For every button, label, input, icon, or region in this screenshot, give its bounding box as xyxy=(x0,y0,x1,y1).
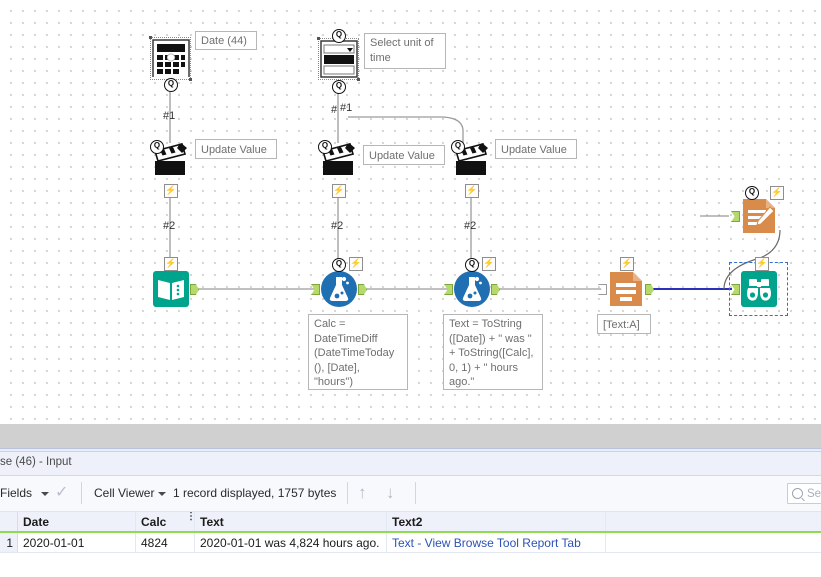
calculator-icon xyxy=(152,39,190,77)
workflow-canvas[interactable]: Q Date (44) #1 Q Q Select unit of time #… xyxy=(0,0,821,424)
book-icon xyxy=(153,271,189,307)
arrow-down-icon[interactable]: ↓ xyxy=(386,484,395,502)
cell-date[interactable]: 2020-01-01 xyxy=(18,533,136,553)
check-icon[interactable]: ✓ xyxy=(55,485,68,501)
toolbar-separator-3 xyxy=(415,482,416,504)
document-pencil-icon xyxy=(743,199,775,233)
action-tool-3-lightning-badge: ⚡ xyxy=(465,184,479,198)
chevron-down-icon-2[interactable] xyxy=(158,492,166,496)
action-tool-1-lightning-badge: ⚡ xyxy=(164,184,178,198)
select-tool[interactable] xyxy=(607,270,645,308)
results-tab-label[interactable]: se (46) - Input xyxy=(0,456,72,468)
search-placeholder: Se xyxy=(807,487,821,500)
column-menu-icon[interactable]: ⋮ xyxy=(186,512,194,522)
annot-unit: Select unit of time xyxy=(364,33,446,69)
toolbar-separator-1 xyxy=(81,482,82,504)
chevron-down-icon[interactable] xyxy=(41,492,49,496)
report-text-tool[interactable] xyxy=(740,197,778,235)
annot-action2: Update Value xyxy=(363,145,445,165)
results-panel: se (46) - Input Fields ✓ Cell Viewer 1 r… xyxy=(0,424,821,577)
action-tool-2-question-badge: Q xyxy=(318,140,332,154)
results-tabstrip[interactable]: se (46) - Input xyxy=(0,452,821,476)
text-input-lightning-badge: ⚡ xyxy=(164,257,178,271)
annot-date: Date (44) xyxy=(195,31,257,50)
dropdown-tool-question-badge-top: Q xyxy=(332,29,346,43)
annot-action3: Update Value xyxy=(495,139,577,159)
conn-label-2a: #2 xyxy=(163,220,176,232)
cell-filler xyxy=(606,533,821,553)
results-toolbar: Fields ✓ Cell Viewer 1 record displayed,… xyxy=(0,476,821,512)
formula-tool-1-output-anchor[interactable] xyxy=(358,284,367,295)
select-tool-output-anchor[interactable] xyxy=(645,284,654,295)
annot-formula2: Text = ToString ([Date]) + " was " + ToS… xyxy=(443,314,543,390)
formula-tool-1-lightning-badge: ⚡ xyxy=(349,257,363,271)
grid-header-text2[interactable]: Text2 xyxy=(387,512,606,531)
fields-dropdown-label[interactable]: Fields xyxy=(0,486,32,500)
cell-text[interactable]: 2020-01-01 was 4,824 hours ago. xyxy=(195,533,387,553)
record-status-text: 1 record displayed, 1757 bytes xyxy=(173,486,337,500)
formula-tool-2-output-anchor[interactable] xyxy=(491,284,500,295)
document-lines-icon xyxy=(610,272,642,306)
grid-header-filler xyxy=(606,512,821,531)
flask-icon xyxy=(454,271,490,307)
grid-body: 1 2020-01-01 4824 2020-01-01 was 4,824 h… xyxy=(0,533,821,553)
flask-icon xyxy=(321,271,357,307)
formula-tool-1-question-badge: Q xyxy=(332,258,346,272)
binoculars-icon xyxy=(741,271,777,307)
search-input[interactable]: Se xyxy=(787,483,821,504)
browse-tool[interactable] xyxy=(740,270,778,308)
action-tool-3-question-badge: Q xyxy=(451,140,465,154)
report-text-question-badge: Q xyxy=(745,186,759,200)
dropdown-tool[interactable] xyxy=(320,40,358,78)
panel-divider[interactable] xyxy=(0,424,821,448)
arrow-up-icon[interactable]: ↑ xyxy=(358,484,367,502)
grid-header-row: Date Calc ⋮ Text Text2 xyxy=(0,512,821,533)
text-input-output-anchor[interactable] xyxy=(190,284,199,295)
grid-header-text[interactable]: Text xyxy=(195,512,387,531)
cell-viewer-dropdown-label[interactable]: Cell Viewer xyxy=(94,486,154,500)
dropdown-tool-question-badge: Q xyxy=(332,80,346,94)
formula-tool-2[interactable] xyxy=(453,270,491,308)
formula-tool-2-lightning-badge: ⚡ xyxy=(482,257,496,271)
report-text-input-anchor[interactable] xyxy=(731,211,740,222)
conn-label-2c: #2 xyxy=(464,220,477,232)
grid-header-date[interactable]: Date xyxy=(18,512,136,531)
select-tool-lightning-badge: ⚡ xyxy=(620,257,634,271)
annot-action1: Update Value xyxy=(195,139,277,159)
alteryx-designer-window: Q Date (44) #1 Q Q Select unit of time #… xyxy=(0,0,821,577)
dropdown-icon xyxy=(320,40,358,78)
cell-calc[interactable]: 4824 xyxy=(136,533,195,553)
formula-tool-1[interactable] xyxy=(320,270,358,308)
formula-tool-2-question-badge: Q xyxy=(465,258,479,272)
annot-formula1: Calc = DateTimeDiff (DateTimeToday (), [… xyxy=(308,314,408,390)
table-row[interactable]: 1 2020-01-01 4824 2020-01-01 was 4,824 h… xyxy=(0,533,821,553)
cell-text2[interactable]: Text - View Browse Tool Report Tab xyxy=(387,533,606,553)
select-tool-input-anchor[interactable] xyxy=(598,284,607,295)
grid-header-calc-label: Calc xyxy=(141,514,167,529)
conn-label-1b: #1 xyxy=(340,102,353,114)
formula-tool-2-input-anchor[interactable] xyxy=(444,284,453,295)
action-tool-2-lightning-badge: ⚡ xyxy=(332,184,346,198)
date-tool-question-badge: Q xyxy=(164,78,178,92)
annot-select: [Text:A] xyxy=(597,314,651,334)
text-input-tool[interactable] xyxy=(152,270,190,308)
grid-header-calc[interactable]: Calc ⋮ xyxy=(136,512,195,531)
conn-label-1a: #1 xyxy=(163,110,176,122)
conn-label-1c: # xyxy=(331,104,338,116)
toolbar-separator-2 xyxy=(347,482,348,504)
row-number: 1 xyxy=(0,533,18,553)
results-grid[interactable]: Date Calc ⋮ Text Text2 1 2020-01-01 4824… xyxy=(0,512,821,577)
date-tool[interactable] xyxy=(152,39,190,77)
search-icon xyxy=(792,488,803,499)
report-text-lightning-badge: ⚡ xyxy=(770,186,784,200)
action-tool-1-question-badge: Q xyxy=(150,140,164,154)
formula-tool-1-input-anchor[interactable] xyxy=(311,284,320,295)
conn-label-2b: #2 xyxy=(331,220,344,232)
browse-tool-lightning-badge: ⚡ xyxy=(755,257,769,271)
grid-header-rownum xyxy=(0,512,18,531)
